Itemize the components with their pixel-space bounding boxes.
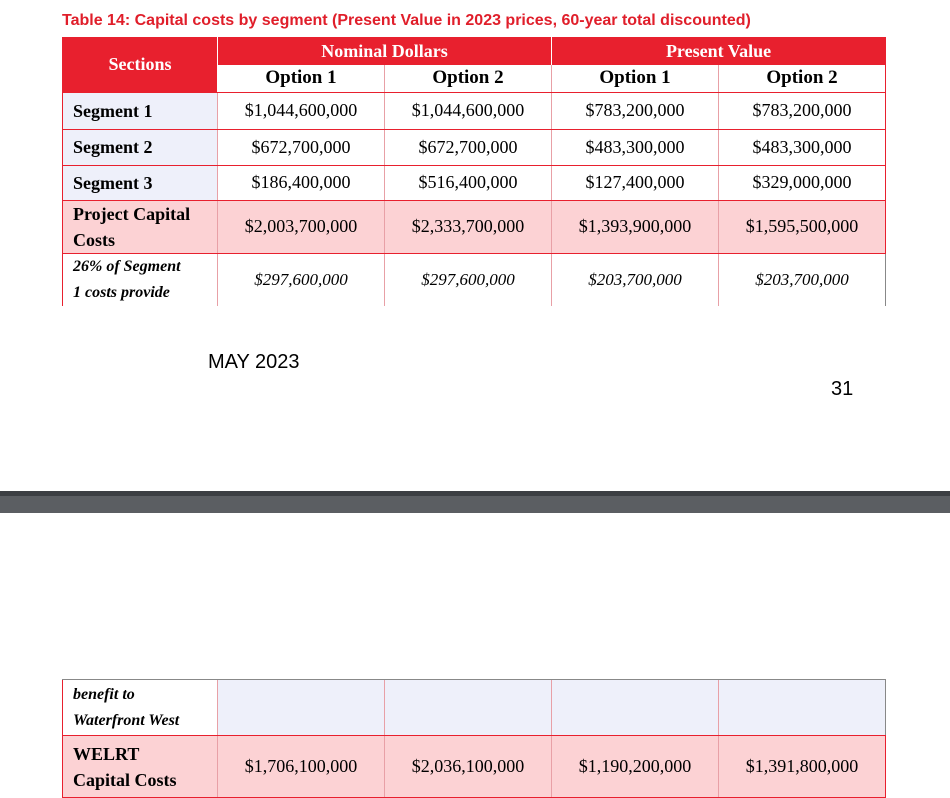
table-cell: $2,036,100,000 (384, 735, 552, 798)
nominal-option1-header: Option 1 (217, 65, 385, 93)
table-cell: $127,400,000 (551, 165, 719, 201)
row-label-project-capital-costs: Project Capital Costs (62, 200, 218, 254)
capital-costs-table-continued: benefit to Waterfront West WELRT Capital… (62, 679, 886, 798)
label-line: Capital Costs (73, 769, 177, 790)
table-cell: $297,600,000 (383, 253, 552, 306)
table-cell: $672,700,000 (383, 129, 552, 166)
label-line: Project Capital (73, 203, 191, 224)
row-label-welrt-capital-costs: WELRT Capital Costs (62, 735, 218, 798)
table-row: Segment 3 $186,400,000 $516,400,000 $127… (62, 165, 887, 201)
table-row: Segment 1 $1,044,600,000 $1,044,600,000 … (62, 92, 887, 130)
row-label-26-percent: 26% of Segment 1 costs provide (62, 253, 218, 306)
table-cell: $483,300,000 (718, 129, 887, 166)
present-option1-header: Option 1 (551, 65, 720, 93)
table-cell: $516,400,000 (383, 165, 552, 201)
table-cell: $1,044,600,000 (217, 92, 385, 130)
present-value-header: Present Value (551, 37, 887, 65)
table-cell: $1,391,800,000 (718, 735, 886, 798)
table-cell: $1,190,200,000 (551, 735, 719, 798)
header-row-groups: Sections Nominal Dollars Present Value (62, 37, 887, 93)
page-separator (0, 491, 950, 513)
table-row: Segment 2 $672,700,000 $672,700,000 $483… (62, 129, 887, 166)
table-cell: $203,700,000 (718, 253, 887, 306)
table-cell: $329,000,000 (718, 165, 887, 201)
table-cell: $1,044,600,000 (383, 92, 552, 130)
table-cell: $672,700,000 (217, 129, 385, 166)
table-cell: $203,700,000 (551, 253, 719, 306)
table-cell: $783,200,000 (551, 92, 719, 130)
table-cell (384, 679, 552, 736)
table-cell (217, 679, 385, 736)
table-cell: $1,393,900,000 (551, 200, 719, 254)
row-label-segment-1: Segment 1 (62, 92, 218, 130)
table-cell: $186,400,000 (217, 165, 385, 201)
row-label-segment-2: Segment 2 (62, 129, 218, 166)
nominal-option2-header: Option 2 (384, 65, 553, 93)
nominal-dollars-header: Nominal Dollars (216, 37, 553, 65)
footer-date: MAY 2023 (208, 351, 300, 373)
table-cell: $2,003,700,000 (217, 200, 385, 254)
label-line: benefit to (73, 685, 135, 703)
sections-header: Sections (62, 37, 218, 93)
row-label-continued: benefit to Waterfront West (62, 679, 218, 736)
table-row-welrt: WELRT Capital Costs $1,706,100,000 $2,03… (62, 735, 886, 798)
table-caption: Table 14: Capital costs by segment (Pres… (62, 12, 751, 29)
label-line: 1 costs provide (73, 283, 170, 301)
table-cell (718, 679, 886, 736)
table-cell: $783,200,000 (718, 92, 887, 130)
table-cell: $2,333,700,000 (383, 200, 552, 254)
table-cell: $1,595,500,000 (718, 200, 887, 254)
present-option2-header: Option 2 (718, 65, 887, 93)
table-row: benefit to Waterfront West (62, 679, 886, 736)
label-line: WELRT (73, 743, 140, 764)
page-number: 31 (831, 378, 854, 400)
capital-costs-table: Sections Nominal Dollars Present Value O… (62, 37, 887, 306)
table-cell: $1,706,100,000 (217, 735, 385, 798)
row-label-segment-3: Segment 3 (62, 165, 218, 201)
label-line: 26% of Segment (73, 257, 181, 275)
table-cell: $297,600,000 (217, 253, 385, 306)
table-row-total: Project Capital Costs $2,003,700,000 $2,… (62, 200, 887, 254)
label-line: Costs (73, 229, 116, 250)
table-cell: $483,300,000 (551, 129, 719, 166)
label-line: Waterfront West (73, 711, 180, 729)
table-row: 26% of Segment 1 costs provide $297,600,… (62, 253, 887, 306)
table-cell (551, 679, 719, 736)
